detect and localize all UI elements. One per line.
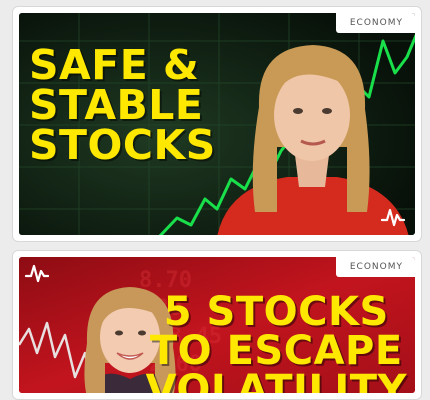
presenter-photo [217,45,409,235]
article-headline[interactable]: SAFE & STABLE STOCKS [29,41,216,170]
article-card[interactable]: 8.70 5.80 3.45 2.60 ECONOMY 5 STOCKS TO … [12,250,422,400]
category-badge[interactable]: ECONOMY [335,257,415,277]
article-thumbnail[interactable]: ECONOMY SAFE & STABLE STOCKS [19,13,415,235]
pulse-logo-icon [381,208,405,227]
headline-line: TO ESCAPE [149,328,403,375]
article-thumbnail[interactable]: 8.70 5.80 3.45 2.60 ECONOMY 5 STOCKS TO … [19,257,415,393]
category-badge[interactable]: ECONOMY [335,13,415,33]
headline-line: 5 STOCKS [163,289,389,335]
article-headline[interactable]: 5 STOCKS TO ESCAPE VOLATILITY [145,289,407,393]
headline-line: STOCKS [29,121,216,170]
article-card[interactable]: ECONOMY SAFE & STABLE STOCKS [12,6,422,242]
headline-line: VOLATILITY [145,367,407,393]
headline-line: STABLE [29,81,204,130]
pulse-logo-icon [25,264,49,283]
headline-line: SAFE & [29,41,200,89]
